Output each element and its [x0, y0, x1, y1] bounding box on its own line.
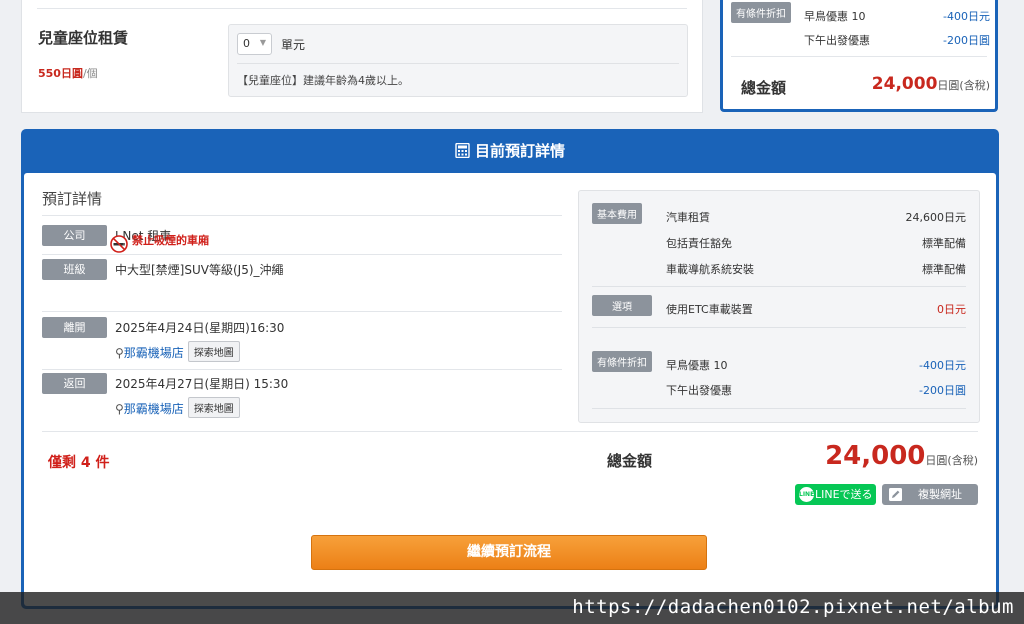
copy-url-label: 複製網址	[918, 488, 962, 501]
return-shop: ⚲那霸機場店 探索地圖	[115, 397, 240, 418]
child-seat-quantity-value: 0	[243, 37, 250, 50]
child-seat-card: 兒童座位租賃 550日圓/個 0 ▼ 單元 【兒童座位】建議年齡為4歲以上。	[21, 0, 703, 113]
divider	[42, 431, 978, 432]
fee-row: 車載導航系統安裝 標準配備	[666, 261, 966, 277]
discount-badge: 有條件折扣	[592, 351, 652, 372]
discount-badge: 有條件折扣	[731, 2, 791, 23]
child-seat-price-per: /個	[82, 67, 98, 80]
fee-row: 早鳥優惠 10 -400日元	[666, 357, 966, 373]
detail-label: 公司	[42, 225, 107, 246]
chevron-down-icon: ▼	[259, 38, 266, 47]
divider	[592, 408, 966, 409]
total-amount-value: 24,000	[825, 441, 926, 471]
divider	[592, 327, 966, 328]
detail-row-return: 返回 2025年4月27日(星期日) 15:30 ⚲那霸機場店 探索地圖	[42, 373, 562, 423]
detail-row-class: 班級 中大型[禁煙]SUV等級(J5)_沖繩	[42, 259, 562, 313]
summary-discount-value: -200日圓	[943, 34, 990, 47]
fee-label: 使用ETC車載裝置	[666, 303, 753, 316]
fee-value: 標準配備	[922, 263, 966, 276]
child-seat-title: 兒童座位租賃	[38, 29, 129, 47]
calculator-icon	[455, 143, 470, 158]
panel-title: 目前預訂詳情	[474, 142, 565, 160]
watermark: https://dadachen0102.pixnet.net/album	[0, 592, 1024, 624]
divider	[42, 254, 562, 255]
fee-label: 早鳥優惠 10	[666, 359, 728, 372]
total-label: 總金額	[607, 452, 653, 470]
summary-total: 24,000日圓(含稅)	[872, 74, 990, 94]
edit-link-icon	[889, 488, 902, 501]
fee-label: 汽車租賃	[666, 211, 710, 224]
departure-shop: ⚲那霸機場店 探索地圖	[115, 341, 240, 362]
divider	[237, 63, 679, 64]
no-smoking-icon	[110, 235, 128, 253]
line-share-button[interactable]: LINE LINEで送る	[795, 484, 876, 505]
fee-row: 包括責任豁免 標準配備	[666, 235, 966, 251]
basic-fee-badge: 基本費用	[592, 203, 642, 224]
explore-map-button[interactable]: 探索地圖	[187, 341, 240, 362]
total-amount: 24,000日圓(含稅)	[825, 441, 978, 471]
continue-booking-button[interactable]: 繼續預訂流程	[311, 535, 707, 570]
map-pin-icon: ⚲	[115, 402, 124, 416]
child-seat-quantity-select[interactable]: 0 ▼	[237, 33, 272, 55]
child-seat-note: 【兒童座位】建議年齡為4歲以上。	[237, 74, 409, 87]
summary-total-label: 總金額	[741, 79, 787, 97]
detail-value: 中大型[禁煙]SUV等級(J5)_沖繩	[115, 263, 284, 277]
fee-value: 24,600日元	[905, 211, 967, 224]
child-seat-price-value: 550日圓	[38, 67, 83, 80]
fee-label: 車載導航系統安裝	[666, 263, 754, 276]
explore-map-button[interactable]: 探索地圖	[187, 397, 240, 418]
remaining-count: 僅剩 4 件	[48, 455, 110, 471]
copy-url-button[interactable]: 複製網址	[882, 484, 978, 505]
divider	[42, 369, 562, 370]
detail-value: 2025年4月27日(星期日) 15:30	[115, 377, 289, 391]
departure-shop-link[interactable]: 那霸機場店	[124, 346, 184, 360]
detail-row-departure: 離開 2025年4月24日(星期四)16:30 ⚲那霸機場店 探索地圖	[42, 317, 562, 370]
summary-discount-value: -400日元	[943, 10, 990, 23]
summary-discount-row: 早鳥優惠 10 -400日元	[804, 8, 990, 24]
fee-value: 標準配備	[922, 237, 966, 250]
detail-label: 班級	[42, 259, 107, 280]
line-share-label: LINEで送る	[815, 488, 873, 501]
fee-row: 使用ETC車載裝置 0日元	[666, 301, 966, 317]
summary-total-suffix: 日圓(含稅)	[937, 79, 990, 92]
panel-body: 預訂詳情 公司 J Net 租車 班級 中大型[禁煙]SUV等級(J5)_沖繩 …	[24, 173, 996, 606]
option-badge: 選項	[592, 295, 652, 316]
fee-row: 下午出發優惠 -200日圓	[666, 382, 966, 398]
summary-total-value: 24,000	[871, 74, 938, 94]
child-seat-option-box: 0 ▼ 單元 【兒童座位】建議年齡為4歲以上。	[228, 24, 688, 97]
detail-label: 返回	[42, 373, 107, 394]
divider	[42, 311, 562, 312]
fees-breakdown: 基本費用 汽車租賃 24,600日元 包括責任豁免 標準配備 車載導航系統安裝 標準配…	[578, 190, 980, 423]
details-title: 預訂詳情	[42, 190, 103, 208]
summary-discount-label: 早鳥優惠 10	[804, 10, 866, 23]
return-shop-link[interactable]: 那霸機場店	[124, 402, 184, 416]
divider	[592, 286, 966, 287]
panel-header: 目前預訂詳情	[24, 129, 996, 173]
booking-details-panel: 目前預訂詳情 預訂詳情 公司 J Net 租車 班級 中大型[禁煙]SUV等級(…	[21, 129, 999, 609]
map-pin-icon: ⚲	[115, 346, 124, 360]
total-amount-suffix: 日圓(含稅)	[925, 454, 978, 467]
no-smoking-label: 禁止吸煙的車廂	[132, 234, 209, 247]
child-seat-price: 550日圓/個	[38, 65, 98, 81]
detail-value: 2025年4月24日(星期四)16:30	[115, 321, 285, 335]
price-summary-card: 有條件折扣 早鳥優惠 10 -400日元 下午出發優惠 -200日圓 總金額 2…	[720, 0, 998, 112]
divider	[42, 215, 562, 216]
summary-discount-row: 下午出發優惠 -200日圓	[804, 32, 990, 48]
child-seat-unit: 單元	[281, 38, 306, 52]
line-icon: LINE	[799, 487, 814, 502]
fee-label: 包括責任豁免	[666, 237, 732, 250]
fee-value: 0日元	[937, 303, 966, 316]
fee-value: -400日元	[919, 359, 966, 372]
divider	[731, 56, 987, 57]
fee-label: 下午出發優惠	[666, 384, 732, 397]
fee-row: 汽車租賃 24,600日元	[666, 209, 966, 225]
detail-label: 離開	[42, 317, 107, 338]
fee-value: -200日圓	[919, 384, 966, 397]
summary-discount-label: 下午出發優惠	[804, 34, 870, 47]
divider	[37, 8, 687, 9]
